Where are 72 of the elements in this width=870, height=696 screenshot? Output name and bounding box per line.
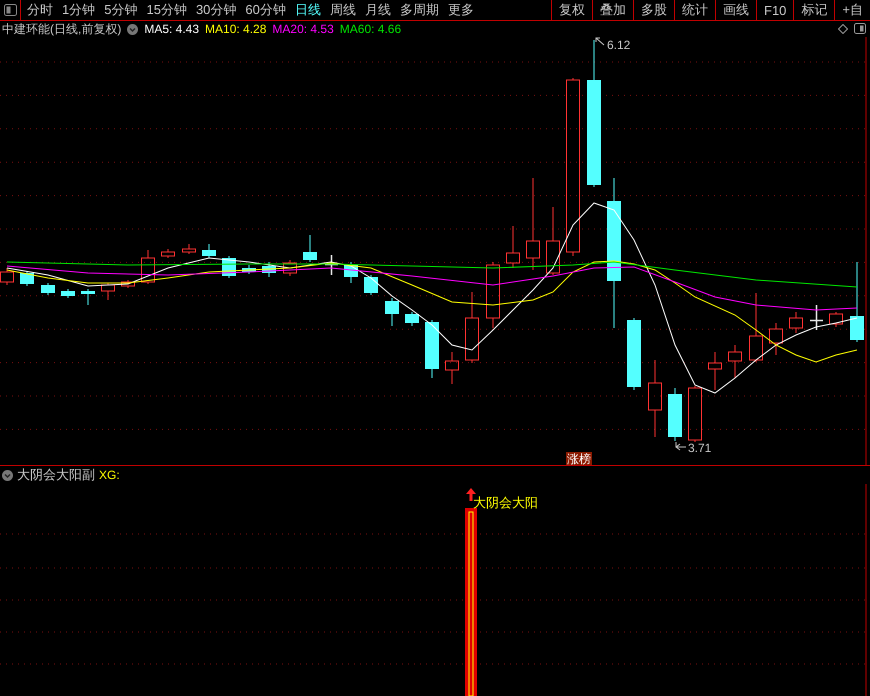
- candlestick: [385, 298, 399, 326]
- indicator-value: MA10: 4.28: [205, 22, 266, 36]
- chart-title: 中建环能(日线,前复权): [2, 20, 122, 38]
- candlestick: [101, 282, 115, 300]
- candlestick: [829, 312, 843, 328]
- dropdown-icon[interactable]: [2, 470, 13, 480]
- toolbar-button[interactable]: 多股: [633, 0, 674, 20]
- period-tab[interactable]: 15分钟: [146, 1, 187, 19]
- candlestick: [41, 282, 55, 296]
- period-tab[interactable]: 多周期: [400, 1, 439, 19]
- candlestick: [20, 270, 34, 286]
- candlestick: [364, 274, 378, 296]
- candlestick: [283, 260, 297, 276]
- indicator-value: MA60: 4.66: [340, 22, 402, 36]
- indicator-value: MA5: 4.43: [144, 22, 200, 36]
- period-tab[interactable]: 30分钟: [196, 1, 236, 19]
- dropdown-icon[interactable]: [127, 24, 138, 34]
- candlestick: [324, 254, 339, 276]
- candlestick: [486, 262, 500, 328]
- candlestick: [405, 312, 419, 326]
- toolbar-button[interactable]: F10: [756, 0, 794, 20]
- candlestick: [61, 288, 75, 298]
- indicator-value: MA20: 4.53: [272, 22, 334, 36]
- leader-arrow: [676, 442, 686, 450]
- panel-toggle-icon[interactable]: [854, 23, 866, 34]
- indicator-output: XG:: [99, 468, 120, 482]
- period-tab[interactable]: 日线: [294, 1, 321, 19]
- candlestick: [769, 322, 783, 356]
- rank-badge[interactable]: 涨榜: [566, 452, 592, 465]
- candlestick: [425, 320, 439, 378]
- candlestick: [668, 388, 682, 442]
- leader-line: [596, 38, 604, 46]
- candlestick: [0, 268, 14, 286]
- candlestick: [749, 292, 763, 362]
- indicator-title: 大阴会大阳副: [17, 466, 95, 484]
- period-tab[interactable]: 1分钟: [62, 1, 96, 19]
- toolbar-button[interactable]: 复权: [551, 0, 592, 20]
- high-price-label: 6.12: [607, 38, 630, 52]
- candlestick: [546, 206, 560, 276]
- toolbar-button[interactable]: 统计: [674, 0, 715, 20]
- signal-label: 大阴会大阳: [473, 495, 538, 510]
- toolbar-button[interactable]: +自: [834, 0, 870, 20]
- period-tab[interactable]: 周线: [330, 1, 356, 19]
- candlestick: [303, 234, 317, 262]
- candlestick: [809, 304, 824, 331]
- panel-toggle-icon[interactable]: [4, 4, 16, 16]
- period-tab[interactable]: 60分钟: [245, 1, 286, 19]
- period-tab[interactable]: 5分钟: [104, 1, 138, 19]
- diamond-icon[interactable]: [838, 24, 848, 34]
- candlestick: [728, 344, 742, 378]
- candlestick: [161, 248, 175, 258]
- candlestick: [708, 352, 722, 390]
- period-tab[interactable]: 分时: [27, 1, 53, 19]
- candlestick: [465, 292, 479, 364]
- candlestick: [121, 280, 135, 288]
- candlestick: [789, 312, 803, 334]
- candlestick: [141, 250, 155, 284]
- candlestick: [688, 386, 702, 442]
- toolbar-button[interactable]: 叠加: [592, 0, 633, 20]
- period-tab[interactable]: 更多: [448, 1, 474, 19]
- candlestick: [506, 226, 520, 268]
- candlestick: [445, 352, 459, 384]
- candlestick: [344, 262, 358, 284]
- toolbar-button[interactable]: 标记: [793, 0, 834, 20]
- toolbar-button[interactable]: 画线: [715, 0, 756, 20]
- candlestick: [81, 288, 95, 306]
- low-price-label: 3.71: [688, 441, 712, 455]
- candlestick: [182, 244, 196, 254]
- candlestick: [262, 262, 276, 278]
- period-tab[interactable]: 月线: [364, 1, 391, 19]
- candlestick: [202, 244, 216, 258]
- candlestick: [242, 264, 256, 274]
